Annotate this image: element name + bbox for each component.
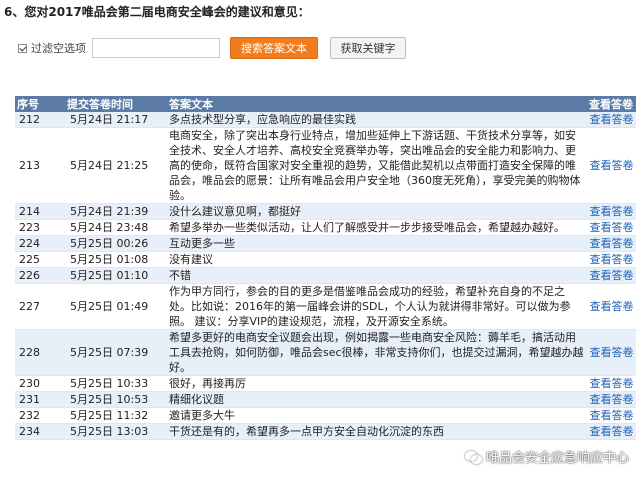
row-answer: 很好，再接再厉 — [167, 375, 587, 392]
row-answer: 希望多举办一些类似活动，让人们了解感受并一步步接受唯品会，希望越办越好。 — [167, 219, 587, 236]
header-id: 序号 — [15, 96, 55, 112]
row-time: 5月25日 13:03 — [55, 423, 167, 440]
row-answer: 多点技术型分享，应急响应的最佳实践 — [167, 112, 587, 128]
row-answer: 作为甲方同行，参会的目的更多是借鉴唯品会成功的经验，希望补充自身的不足之处。比如… — [167, 283, 587, 330]
table-row: 232 5月25日 11:32 邀请更多大牛 查看答卷 — [15, 407, 636, 424]
row-time: 5月24日 23:48 — [55, 219, 167, 236]
get-keywords-button[interactable]: 获取关键字 — [330, 37, 406, 59]
view-answer-link[interactable]: 查看答卷 — [587, 391, 636, 408]
filter-bar: 过滤空选项 搜索答案文本 获取关键字 — [18, 37, 406, 59]
table-row: 224 5月25日 00:26 互动更多一些 查看答卷 — [15, 235, 636, 252]
view-answer-link[interactable]: 查看答卷 — [587, 267, 636, 284]
row-time: 5月24日 21:25 — [55, 127, 167, 204]
table-row: 226 5月25日 01:10 不错 查看答卷 — [15, 267, 636, 284]
view-answer-link[interactable]: 查看答卷 — [587, 127, 636, 204]
view-answer-link[interactable]: 查看答卷 — [587, 329, 636, 376]
question-title: 6、您对2017唯品会第二届电商安全峰会的建议和意见： — [4, 5, 310, 19]
row-id: 234 — [15, 423, 55, 440]
row-id: 225 — [15, 251, 55, 268]
wechat-icon — [464, 450, 482, 464]
row-time: 5月24日 21:39 — [55, 203, 167, 220]
table-row: 230 5月25日 10:33 很好，再接再厉 查看答卷 — [15, 375, 636, 392]
row-id: 228 — [15, 329, 55, 376]
table-row: 214 5月24日 21:39 没什么建议意见啊，都挺好 查看答卷 — [15, 203, 636, 220]
filter-empty-label: 过滤空选项 — [31, 42, 86, 55]
row-time: 5月25日 01:10 — [55, 267, 167, 284]
search-input[interactable] — [92, 38, 220, 58]
view-answer-link[interactable]: 查看答卷 — [587, 407, 636, 424]
row-answer: 互动更多一些 — [167, 235, 587, 252]
header-answer: 答案文本 — [167, 96, 587, 112]
row-id: 214 — [15, 203, 55, 220]
view-answer-link[interactable]: 查看答卷 — [587, 423, 636, 440]
table-row: 231 5月25日 10:53 精细化议题 查看答卷 — [15, 391, 636, 408]
row-time: 5月25日 01:08 — [55, 251, 167, 268]
row-id: 232 — [15, 407, 55, 424]
view-answer-link[interactable]: 查看答卷 — [587, 235, 636, 252]
watermark: 唯品会安全应急响应中心 — [464, 447, 629, 466]
row-time: 5月24日 21:17 — [55, 112, 167, 128]
search-answers-button[interactable]: 搜索答案文本 — [230, 37, 318, 59]
view-answer-link[interactable]: 查看答卷 — [587, 112, 636, 128]
row-answer: 干货还是有的，希望再多一点甲方安全自动化沉淀的东西 — [167, 423, 587, 440]
view-answer-link[interactable]: 查看答卷 — [587, 203, 636, 220]
row-answer: 电商安全，除了突出本身行业特点，增加些延伸上下游话题、干货技术分享等，如安全技术… — [167, 127, 587, 204]
answers-table: 序号 提交答卷时间 答案文本 查看答卷 212 5月24日 21:17 多点技术型分… — [15, 96, 636, 440]
view-answer-link[interactable]: 查看答卷 — [587, 219, 636, 236]
row-id: 213 — [15, 127, 55, 204]
row-time: 5月25日 01:49 — [55, 283, 167, 330]
view-answer-link[interactable]: 查看答卷 — [587, 375, 636, 392]
table-row: 234 5月25日 13:03 干货还是有的，希望再多一点甲方安全自动化沉淀的东西查… — [15, 423, 636, 440]
header-time: 提交答卷时间 — [55, 96, 167, 112]
table-row: 228 5月25日 07:39 希望多更好的电商安全议题会出现，例如揭露一些电商安全… — [15, 329, 636, 376]
row-id: 226 — [15, 267, 55, 284]
table-header-row: 序号 提交答卷时间 答案文本 查看答卷 — [15, 96, 636, 112]
table-body: 212 5月24日 21:17 多点技术型分享，应急响应的最佳实践 查看答卷 213 5月… — [15, 112, 636, 440]
row-answer: 没有建议 — [167, 251, 587, 268]
row-time: 5月25日 10:33 — [55, 375, 167, 392]
row-time: 5月25日 10:53 — [55, 391, 167, 408]
row-answer: 不错 — [167, 267, 587, 284]
header-view: 查看答卷 — [587, 96, 636, 112]
row-id: 224 — [15, 235, 55, 252]
row-id: 223 — [15, 219, 55, 236]
view-answer-link[interactable]: 查看答卷 — [587, 283, 636, 330]
row-answer: 没什么建议意见啊，都挺好 — [167, 203, 587, 220]
row-id: 227 — [15, 283, 55, 330]
table-row: 213 5月24日 21:25 电商安全，除了突出本身行业特点，增加些延伸上下游话题… — [15, 127, 636, 204]
row-answer: 邀请更多大牛 — [167, 407, 587, 424]
row-answer: 希望多更好的电商安全议题会出现，例如揭露一些电商安全风险：薅羊毛，搞活动用工具去… — [167, 329, 587, 376]
row-id: 212 — [15, 112, 55, 128]
watermark-text: 唯品会安全应急响应中心 — [485, 451, 629, 466]
table-row: 225 5月25日 01:08 没有建议 查看答卷 — [15, 251, 636, 268]
row-time: 5月25日 00:26 — [55, 235, 167, 252]
table-row: 223 5月24日 23:48 希望多举办一些类似活动，让人们了解感受并一步步接受唯… — [15, 219, 636, 236]
filter-empty-checkbox[interactable] — [18, 43, 27, 53]
row-id: 230 — [15, 375, 55, 392]
row-time: 5月25日 11:32 — [55, 407, 167, 424]
table-row: 212 5月24日 21:17 多点技术型分享，应急响应的最佳实践 查看答卷 — [15, 112, 636, 128]
answers-table-container: 序号 提交答卷时间 答案文本 查看答卷 212 5月24日 21:17 多点技术型分… — [15, 96, 636, 440]
row-answer: 精细化议题 — [167, 391, 587, 408]
row-time: 5月25日 07:39 — [55, 329, 167, 376]
table-row: 227 5月25日 01:49 作为甲方同行，参会的目的更多是借鉴唯品会成功的经验，… — [15, 283, 636, 330]
view-answer-link[interactable]: 查看答卷 — [587, 251, 636, 268]
row-id: 231 — [15, 391, 55, 408]
